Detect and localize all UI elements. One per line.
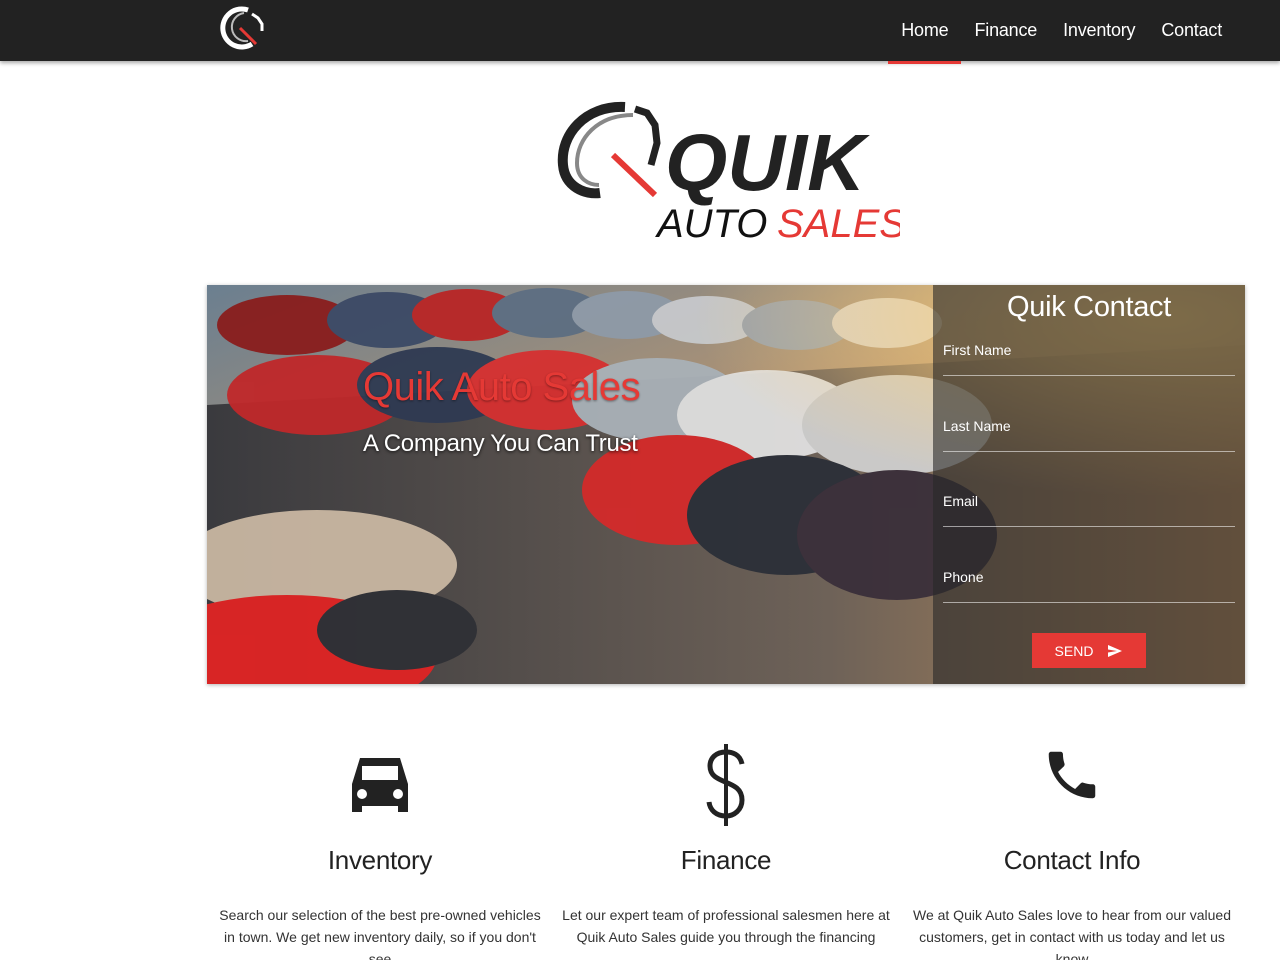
feature-finance: Finance Let our expert team of professio…: [561, 735, 891, 948]
feature-title-contact-info: Contact Info: [1003, 845, 1141, 875]
feature-contact-info: Contact Info We at Quik Auto Sales love …: [907, 735, 1237, 960]
nav-contact[interactable]: Contact: [1148, 0, 1235, 61]
send-arrow-icon: [1108, 644, 1123, 657]
last-name-input[interactable]: [943, 412, 1235, 440]
small-logo-icon[interactable]: [218, 4, 270, 52]
feature-text-contact-info: We at Quik Auto Sales love to hear from …: [912, 907, 1232, 960]
quik-auto-sales-logo: QUIK AUTO SALES: [557, 101, 900, 245]
send-button[interactable]: SEND: [1032, 633, 1146, 668]
dollar-icon[interactable]: [704, 742, 748, 828]
hero-subtitle: A Company You Can Trust: [363, 430, 638, 457]
phone-input[interactable]: [943, 563, 1235, 591]
contact-form-title: Quik Contact: [1006, 291, 1172, 323]
email-field-wrap: [943, 487, 1235, 527]
send-button-label: SEND: [1054, 642, 1094, 659]
email-input[interactable]: [943, 487, 1235, 515]
logo-sales-text: SALES: [777, 202, 900, 245]
phone-field-wrap: [943, 563, 1235, 603]
car-icon[interactable]: [350, 754, 410, 816]
hero-banner: Quik Auto Sales A Company You Can Trust …: [207, 285, 1245, 684]
main-nav: Home Finance Inventory Contact: [888, 0, 1235, 64]
logo-quik-text: QUIK: [665, 118, 870, 207]
first-name-field-wrap: [943, 336, 1235, 376]
feature-text-finance: Let our expert team of professional sale…: [562, 907, 890, 945]
nav-home[interactable]: Home: [888, 0, 962, 64]
feature-title-finance: Finance: [680, 845, 772, 875]
hero-title: Quik Auto Sales: [363, 365, 641, 409]
first-name-input[interactable]: [943, 336, 1235, 364]
phone-icon[interactable]: [1041, 740, 1103, 810]
top-navbar: Home Finance Inventory Contact: [0, 0, 1280, 64]
logo-auto-text: AUTO: [655, 202, 767, 245]
quik-contact-form: Quik Contact SEND: [933, 285, 1245, 684]
nav-inventory[interactable]: Inventory: [1050, 0, 1148, 61]
nav-finance[interactable]: Finance: [961, 0, 1050, 61]
feature-title-inventory: Inventory: [327, 845, 433, 875]
feature-text-inventory: Search our selection of the best pre-own…: [219, 907, 541, 960]
last-name-field-wrap: [943, 412, 1235, 452]
feature-inventory: Inventory Search our selection of the be…: [215, 735, 545, 960]
